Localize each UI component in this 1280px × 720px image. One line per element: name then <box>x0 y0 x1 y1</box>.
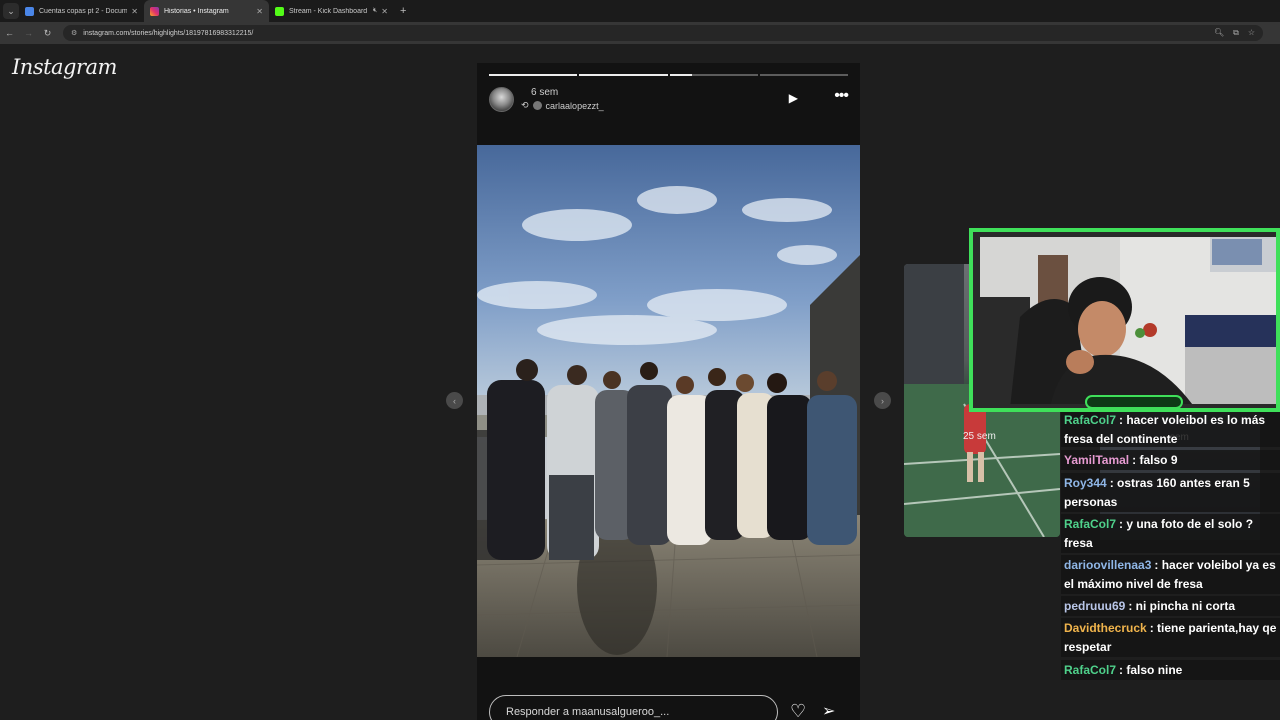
chat-username: darioovillenaa3 <box>1064 558 1152 572</box>
webcam-overlay <box>969 228 1280 412</box>
mini-avatar <box>532 101 542 110</box>
chat-username: RafaCol7 <box>1064 663 1117 677</box>
story-viewer[interactable]: 6 sem ⟲ carlaalopezzt_ ▶ ••• Responder a… <box>477 63 860 720</box>
chat-text: : ni pincha ni corta <box>1128 599 1236 613</box>
instagram-icon <box>150 6 159 16</box>
progress-segment <box>489 74 578 76</box>
chat-text: : falso 9 <box>1132 453 1178 467</box>
close-icon[interactable]: ✕ <box>381 7 388 16</box>
progress-segment <box>579 74 668 76</box>
chat-message: Davidthecruck: tiene parienta,hay qe res… <box>1061 618 1280 657</box>
play-icon[interactable]: ▶ <box>789 91 798 105</box>
story-progress-bar <box>489 74 848 76</box>
chat-username: Roy344 <box>1064 476 1107 490</box>
forward-arrow-icon[interactable]: → <box>19 28 38 38</box>
bookmark-star-icon[interactable]: ☆ <box>1248 28 1255 38</box>
webcam-frame-tab <box>1085 395 1183 408</box>
chat-message: Roy344: ostras 160 antes eran 5 personas <box>1061 473 1280 512</box>
site-settings-icon[interactable]: ⚙︎ <box>71 29 77 37</box>
group-photo-illustration <box>477 145 860 657</box>
chat-message: RafaCol7: hacer voleibol es lo más fresa… <box>1061 410 1280 447</box>
more-options-icon[interactable]: ••• <box>834 87 849 105</box>
doc-icon <box>25 6 34 16</box>
chat-username: Davidthecruck <box>1064 621 1147 635</box>
chat-text: : falso nine <box>1119 663 1183 677</box>
tab-instagram[interactable]: Historias • Instagram ✕ <box>144 0 269 22</box>
close-icon[interactable]: ✕ <box>131 7 138 16</box>
story-timestamp: 6 sem <box>531 87 559 98</box>
chat-message: YamilTamal: falso 9 <box>1061 450 1280 470</box>
send-icon[interactable]: ➢ <box>822 701 835 720</box>
avatar[interactable] <box>489 87 514 112</box>
progress-segment <box>759 74 848 76</box>
chat-message: RafaCol7: y una foto de el solo ? fresa <box>1061 514 1280 553</box>
chat-username: pedruuu69 <box>1064 599 1126 613</box>
repost-icon: ⟲ <box>521 100 529 110</box>
screen: ⌄ Cuentas copas pt 2 - Documen ✕ Histori… <box>0 0 1280 720</box>
tab-kick[interactable]: Stream - Kick Dashboard 🔇︎ ✕ <box>269 0 394 22</box>
install-app-icon[interactable]: ⧉ <box>1233 28 1239 38</box>
tab-title: Cuentas copas pt 2 - Documen <box>39 7 128 15</box>
address-bar[interactable]: ⚙︎ instagram.com/stories/highlights/1819… <box>63 25 1263 41</box>
kick-icon <box>275 6 284 16</box>
progress-segment <box>669 74 758 76</box>
url-text: instagram.com/stories/highlights/1819781… <box>83 29 254 37</box>
chat-username: YamilTamal <box>1064 453 1130 467</box>
chat-message: RafaCol7: falso nine <box>1061 660 1280 680</box>
story-photo <box>477 145 860 657</box>
reply-input[interactable]: Responder a maanusalgueroo_... <box>489 695 778 720</box>
next-story-arrow-icon[interactable]: › <box>874 392 891 409</box>
previous-story-arrow-icon[interactable]: ‹ <box>446 392 463 409</box>
zoom-icon[interactable]: 🔍︎ <box>1214 28 1224 38</box>
stream-chat-overlay: RafaCol7: hacer voleibol es lo más fresa… <box>1061 410 1280 680</box>
webcam-feed <box>980 237 1276 404</box>
chat-username: RafaCol7 <box>1064 413 1117 427</box>
browser-tab-bar: ⌄ Cuentas copas pt 2 - Documen ✕ Histori… <box>0 0 1280 22</box>
muted-speaker-icon[interactable]: 🔇︎ <box>373 7 377 15</box>
tab-list-chevron-icon[interactable]: ⌄ <box>3 3 19 19</box>
story-header: 6 sem ⟲ carlaalopezzt_ ▶ ••• <box>489 87 849 115</box>
heart-icon[interactable]: ♡ <box>790 701 806 720</box>
progress-fill <box>669 74 692 76</box>
reload-icon[interactable]: ↻ <box>38 28 57 39</box>
tab-title: Historias • Instagram <box>164 7 229 15</box>
progress-fill <box>489 74 578 76</box>
instagram-logo[interactable]: Instagram <box>12 55 117 79</box>
tab-title: Stream - Kick Dashboard <box>289 7 367 15</box>
new-tab-icon[interactable]: + <box>400 5 406 17</box>
next-story-timestamp: 25 sem <box>963 431 996 442</box>
close-icon[interactable]: ✕ <box>256 7 263 16</box>
repost-info[interactable]: ⟲ carlaalopezzt_ <box>521 100 604 111</box>
webcam-illustration <box>980 237 1276 404</box>
reposted-username[interactable]: carlaalopezzt_ <box>546 101 604 111</box>
browser-toolbar: ← → ↻ ⚙︎ instagram.com/stories/highlight… <box>0 22 1280 44</box>
chat-message: pedruuu69: ni pincha ni corta <box>1061 596 1280 616</box>
chat-username: RafaCol7 <box>1064 517 1117 531</box>
back-arrow-icon[interactable]: ← <box>0 28 19 38</box>
chat-message: darioovillenaa3: hacer voleibol ya es el… <box>1061 555 1280 594</box>
tab-docs[interactable]: Cuentas copas pt 2 - Documen ✕ <box>19 0 144 22</box>
progress-fill <box>579 74 668 76</box>
